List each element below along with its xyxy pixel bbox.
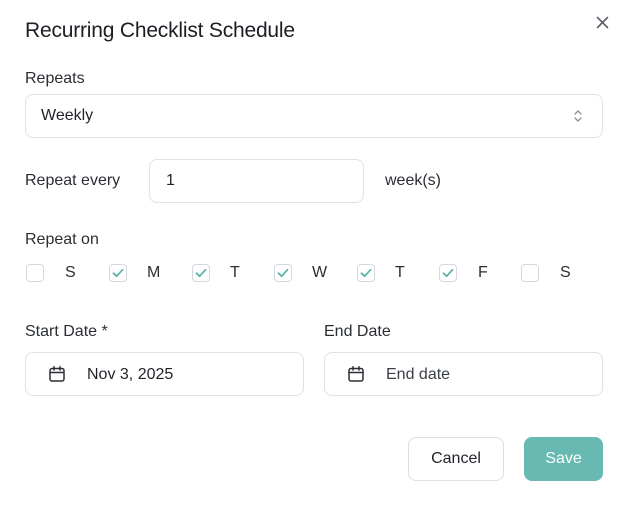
repeats-select[interactable]: Weekly [25, 94, 603, 138]
day-label-sunday: S [65, 264, 76, 281]
day-checkbox-monday[interactable] [109, 264, 127, 282]
save-button[interactable]: Save [524, 437, 603, 481]
check-icon [112, 268, 124, 278]
repeat-unit-label: week(s) [385, 172, 442, 189]
repeat-interval-value: 1 [166, 172, 175, 189]
day-option-thursday[interactable] [357, 262, 375, 284]
dialog-title: Recurring Checklist Schedule [25, 19, 295, 42]
end-date-field[interactable]: End date [324, 352, 603, 396]
day-label-friday: F [478, 264, 488, 281]
close-icon [596, 16, 608, 28]
recurring-schedule-dialog: Recurring Checklist Schedule Repeats Wee… [0, 0, 629, 510]
day-checkbox-thursday[interactable] [357, 264, 375, 282]
check-icon [195, 268, 207, 278]
day-label-thursday: T [395, 264, 405, 281]
day-checkbox-tuesday[interactable] [192, 264, 210, 282]
end-date-placeholder: End date [386, 366, 451, 383]
day-checkbox-sunday[interactable] [26, 264, 44, 282]
start-date-field[interactable]: Nov 3, 2025 [25, 352, 304, 396]
check-icon [277, 268, 289, 278]
start-date-value: Nov 3, 2025 [87, 366, 174, 383]
day-label-wednesday: W [312, 264, 328, 281]
day-label-tuesday: T [230, 264, 240, 281]
day-checkbox-saturday[interactable] [521, 264, 539, 282]
day-option-saturday[interactable] [521, 262, 539, 284]
check-icon [360, 268, 372, 278]
repeat-interval-input[interactable]: 1 [149, 159, 364, 203]
day-option-monday[interactable] [109, 262, 127, 284]
repeat-every-label: Repeat every [25, 172, 121, 189]
calendar-icon [49, 366, 65, 382]
repeat-on-label: Repeat on [25, 231, 99, 248]
day-checkbox-friday[interactable] [439, 264, 457, 282]
chevron-up-down-icon [574, 110, 582, 122]
check-icon [442, 268, 454, 278]
start-date-label: Start Date * [25, 323, 108, 340]
day-label-monday: M [147, 264, 161, 281]
repeats-selected-value: Weekly [41, 107, 94, 124]
repeats-label: Repeats [25, 70, 85, 87]
day-checkbox-wednesday[interactable] [274, 264, 292, 282]
day-option-sunday[interactable] [26, 262, 44, 284]
day-option-wednesday[interactable] [274, 262, 292, 284]
day-option-friday[interactable] [439, 262, 457, 284]
cancel-button[interactable]: Cancel [408, 437, 504, 481]
day-label-saturday: S [560, 264, 571, 281]
calendar-icon [348, 366, 364, 382]
close-button[interactable] [592, 12, 612, 32]
end-date-label: End Date [324, 323, 391, 340]
day-option-tuesday[interactable] [192, 262, 210, 284]
